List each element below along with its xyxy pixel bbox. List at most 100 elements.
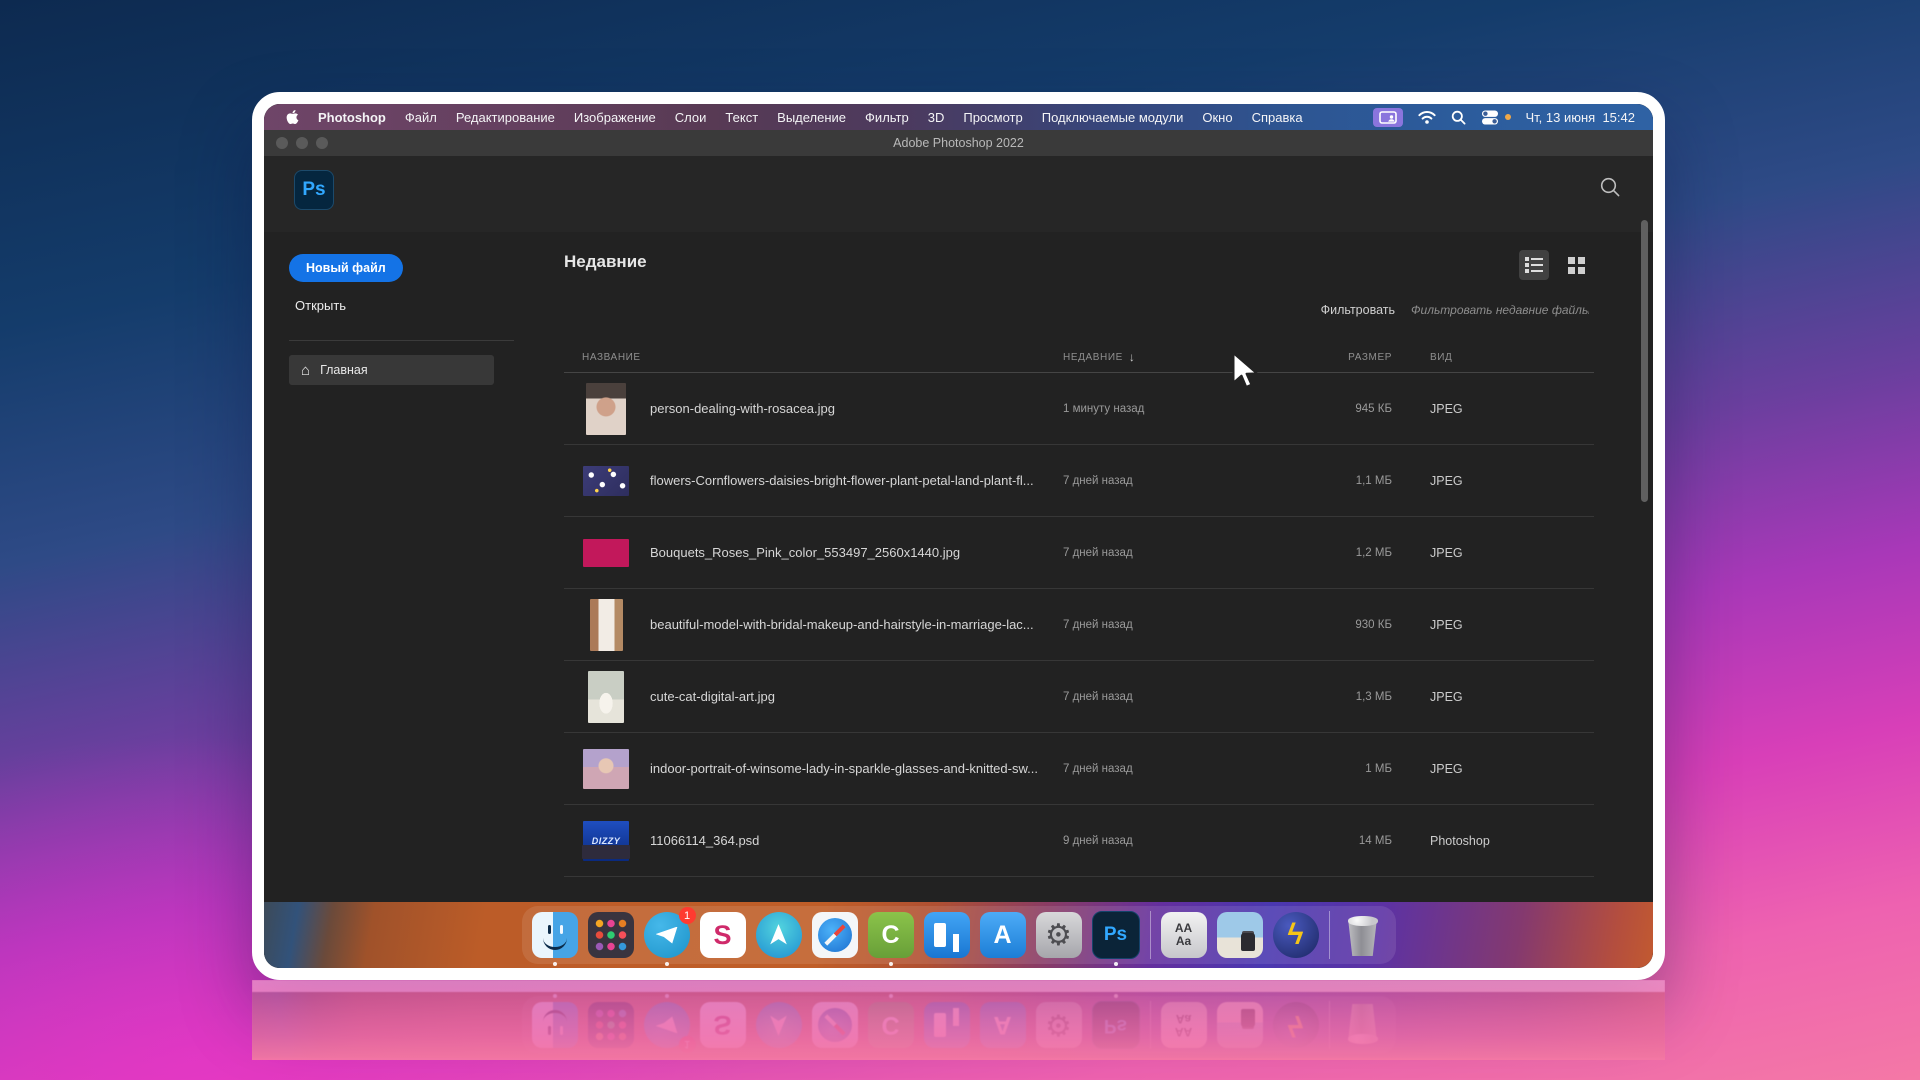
home-content: Новый файл Открыть ⌂ Главная Недавние [264,232,1653,902]
recent-file-row[interactable]: person-dealing-with-rosacea.jpg 1 минуту… [564,373,1594,445]
menu-bar-clock[interactable]: Чт, 13 июня 15:42 [1526,110,1636,125]
menu-item-3[interactable]: Изображение [574,110,656,125]
recent-file-row[interactable]: DIZZY 11066114_364.psd 9 дней назад 14 М… [564,805,1594,877]
running-indicator [1114,994,1118,998]
thumbnail-image [583,749,629,789]
menu-item-8[interactable]: 3D [928,110,945,125]
desktop-background: Photoshop Файл Редактирование Изображение Сл… [0,0,1920,1080]
dock-divider [1150,911,1151,959]
menu-item-12[interactable]: Справка [1252,110,1303,125]
file-name: person-dealing-with-rosacea.jpg [650,401,1063,416]
search-icon[interactable] [1451,110,1466,125]
file-thumbnail [564,595,650,655]
desktop-wallpaper-strip: 1S C A⚙Ps AA Aa ϟ [252,992,1665,1058]
file-thumbnail [564,667,650,727]
menu-item-6[interactable]: Выделение [777,110,846,125]
dock-item-files[interactable] [1217,912,1263,958]
grid-view-icon[interactable] [1561,250,1591,280]
menu-item-photoshop[interactable]: Photoshop [318,110,386,125]
control-center-icon[interactable] [1481,110,1499,125]
screen-mirroring-icon[interactable] [1373,108,1403,127]
menu-bar: Photoshop Файл Редактирование Изображение Сл… [264,104,1653,130]
dock-item-launchpad[interactable] [588,1002,634,1048]
recent-files-panel: Недавние Фильтровать [534,232,1653,902]
menu-item-4[interactable]: Слои [675,110,707,125]
file-thumbnail [564,523,650,583]
dock-item-photoshop[interactable]: Ps [1092,1001,1140,1049]
dock-item-settings[interactable]: ⚙ [1036,1002,1082,1048]
dock-item-screentool[interactable] [924,912,970,958]
recent-file-row[interactable]: beautiful-model-with-bridal-makeup-and-h… [564,589,1594,661]
dock-item-navigator[interactable] [756,912,802,958]
file-type: JPEG [1392,402,1594,416]
menu-item-7[interactable]: Фильтр [865,110,909,125]
window-title-bar[interactable]: Adobe Photoshop 2022 [264,130,1653,157]
notification-badge: 1 [679,1036,696,1053]
menu-item-1[interactable]: Файл [405,110,437,125]
menu-item-10[interactable]: Подключаемые модули [1042,110,1184,125]
dock-item-zap[interactable]: ϟ [1273,1002,1319,1048]
recent-file-row[interactable]: flowers-Cornflowers-daisies-bright-flowe… [564,445,1594,517]
dock-item-s[interactable]: S [700,1002,746,1048]
open-button[interactable]: Открыть [295,298,346,313]
file-type: Photoshop [1392,834,1594,848]
file-modified-time: 9 дней назад [1063,835,1318,847]
dock-item-safari[interactable] [812,912,858,958]
recent-file-row[interactable]: cute-cat-digital-art.jpg 7 дней назад 1,… [564,661,1594,733]
dock-item-zap[interactable]: ϟ [1273,912,1319,958]
dock-item-trash[interactable] [1340,1002,1386,1048]
dock-item-launchpad[interactable] [588,912,634,958]
list-view-icon[interactable] [1519,250,1549,280]
dock-item-files[interactable] [1217,1002,1263,1048]
dock-item-trash[interactable] [1340,912,1386,958]
recent-file-row[interactable]: Bouquets_Roses_Pink_color_553497_2560x14… [564,517,1594,589]
table-rows: person-dealing-with-rosacea.jpg 1 минуту… [564,373,1594,877]
sidebar-item-home[interactable]: ⌂ Главная [289,355,494,385]
filter-input[interactable] [1409,302,1591,318]
dock-item-telegram[interactable]: 1 [644,912,690,958]
app-menus: Photoshop Файл Редактирование Изображение Сл… [318,110,1303,125]
dock-item-finder[interactable] [532,1002,578,1048]
file-name: beautiful-model-with-bridal-makeup-and-h… [650,617,1063,632]
dock-item-camtasia[interactable]: C [868,912,914,958]
dock-item-settings[interactable]: ⚙ [1036,912,1082,958]
dock-item-photoshop[interactable]: Ps [1092,911,1140,959]
dock-item-telegram[interactable]: 1 [644,1002,690,1048]
dock-item-s[interactable]: S [700,912,746,958]
dock-item-fontbook[interactable]: AA Aa [1161,1002,1207,1048]
dock-item-safari[interactable] [812,1002,858,1048]
file-modified-time: 7 дней назад [1063,547,1318,559]
table-header: НАЗВАНИЕ НЕДАВНИЕ ↓ РАЗМЕР ВИД [564,350,1594,373]
dock-item-appstore[interactable]: A [980,912,1026,958]
home-search-icon[interactable] [1597,174,1623,200]
dock-item-finder[interactable] [532,912,578,958]
dock-item-fontbook[interactable]: AA Aa [1161,912,1207,958]
apple-menu-icon[interactable] [286,109,299,125]
dock-divider [1329,1001,1330,1049]
column-header-type[interactable]: ВИД [1392,352,1594,363]
vertical-scrollbar[interactable] [1641,220,1648,502]
menu-item-5[interactable]: Текст [725,110,758,125]
running-indicator [1114,962,1118,966]
recent-file-row[interactable]: indoor-portrait-of-winsome-lady-in-spark… [564,733,1594,805]
view-toggles [1519,250,1591,280]
column-header-name[interactable]: НАЗВАНИЕ [564,352,1063,363]
menu-item-2[interactable]: Редактирование [456,110,555,125]
dock-divider [1329,911,1330,959]
wifi-icon[interactable] [1418,110,1436,124]
menu-item-11[interactable]: Окно [1202,110,1232,125]
dock-item-navigator[interactable] [756,1002,802,1048]
macos-screen: Photoshop Файл Редактирование Изображение Сл… [264,104,1653,968]
file-size: 945 КБ [1318,403,1392,415]
column-header-size[interactable]: РАЗМЕР [1318,352,1392,363]
dock-item-screentool[interactable] [924,1002,970,1048]
dock-item-camtasia[interactable]: C [868,1002,914,1048]
notification-badge: 1 [679,907,696,924]
menu-item-9[interactable]: Просмотр [963,110,1022,125]
file-name: 11066114_364.psd [650,833,1063,848]
file-modified-time: 7 дней назад [1063,619,1318,631]
dock-item-appstore[interactable]: A [980,1002,1026,1048]
file-size: 1,1 МБ [1318,475,1392,487]
column-header-recent[interactable]: НЕДАВНИЕ ↓ [1063,350,1318,364]
new-file-button[interactable]: Новый файл [289,254,403,282]
